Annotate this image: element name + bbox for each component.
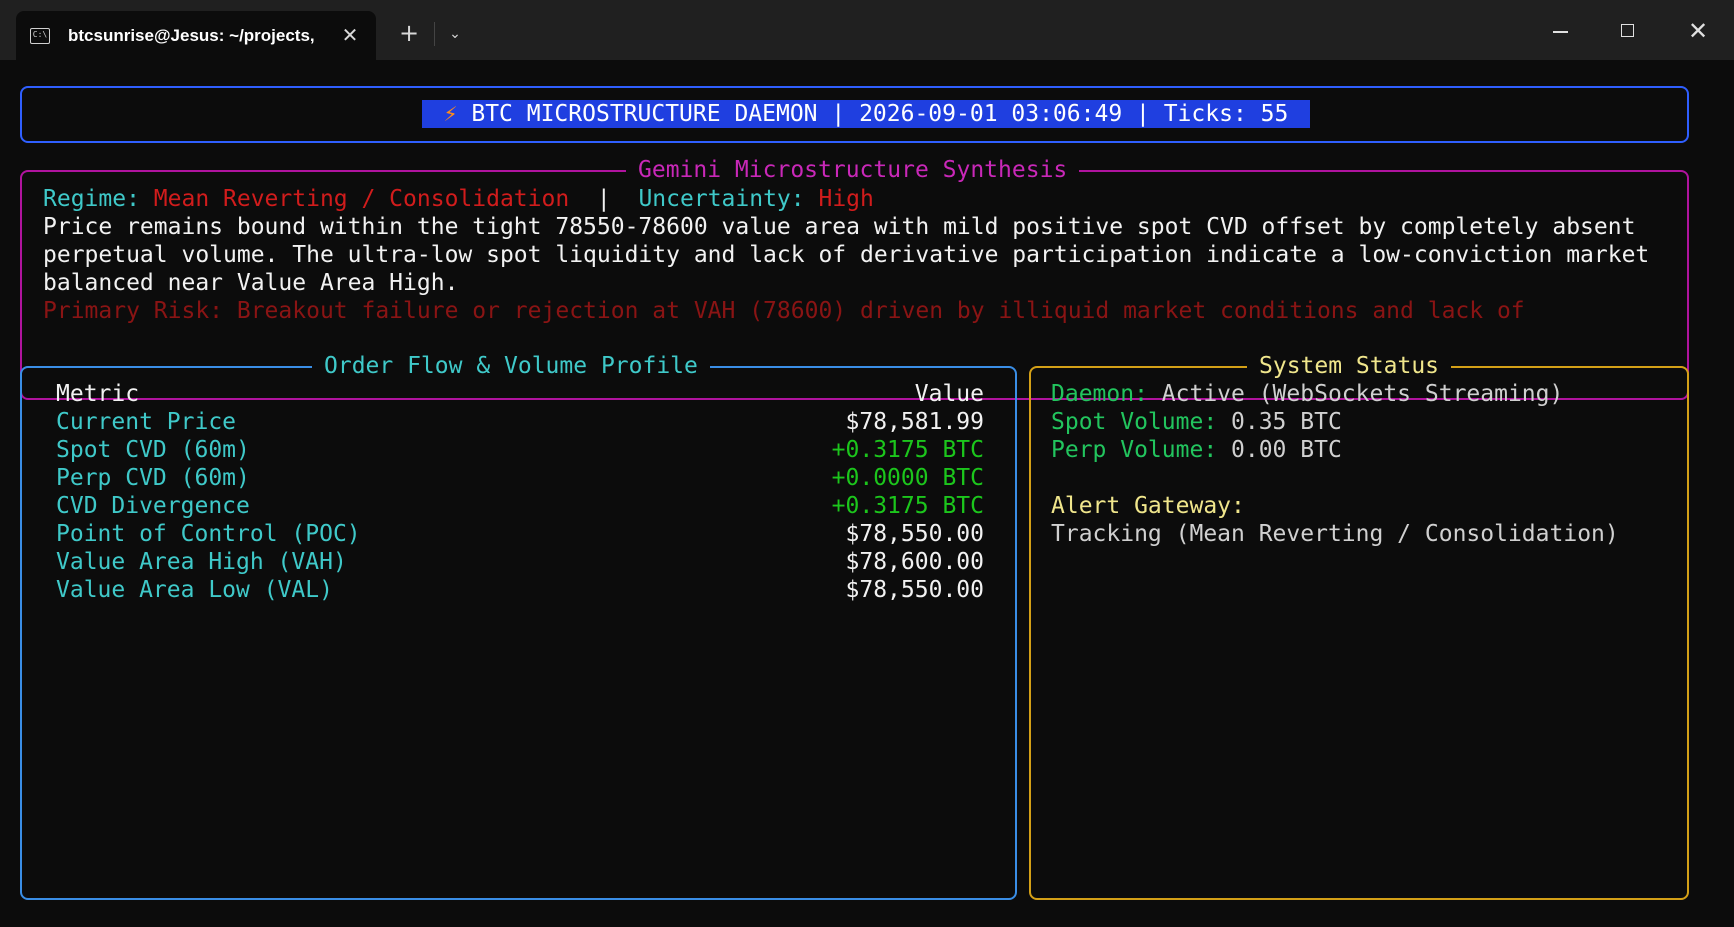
terminal-icon: C:\ bbox=[30, 28, 50, 44]
primary-risk-line: Primary Risk: Breakout failure or reject… bbox=[43, 298, 1525, 324]
daemon-label: Daemon: bbox=[1051, 381, 1162, 407]
metric-value: $78,550.00 bbox=[845, 521, 984, 547]
metric-value: $78,581.99 bbox=[845, 409, 984, 435]
summary-line: balanced near Value Area High. bbox=[43, 270, 459, 296]
order-flow-panel-title: Order Flow & Volume Profile bbox=[312, 352, 710, 380]
metric-value: +0.0000 BTC bbox=[831, 465, 984, 491]
perp-volume-value: 0.00 BTC bbox=[1231, 437, 1342, 463]
metric-name: Value Area High (VAH) bbox=[56, 549, 347, 575]
daemon-header: ⚡ BTC MICROSTRUCTURE DAEMON | 2026-09-01… bbox=[422, 100, 1310, 128]
status-body: Daemon: Active (WebSockets Streaming) Sp… bbox=[1051, 380, 1671, 548]
lightning-bolt-icon: ⚡ bbox=[443, 101, 458, 127]
metric-name: CVD Divergence bbox=[56, 493, 250, 519]
metric-column-header: Metric bbox=[56, 381, 140, 407]
system-status-panel-title: System Status bbox=[1247, 352, 1452, 380]
title-bar: C:\ btcsunrise@Jesus: ~/projects, ✕ + ⌄ … bbox=[0, 0, 1734, 60]
alert-gateway-label: Alert Gateway: bbox=[1051, 493, 1245, 519]
minimize-button[interactable] bbox=[1540, 14, 1580, 48]
tab-title: btcsunrise@Jesus: ~/projects, bbox=[68, 26, 315, 45]
header-panel: ⚡ BTC MICROSTRUCTURE DAEMON | 2026-09-01… bbox=[20, 86, 1689, 143]
terminal-tab[interactable]: C:\ btcsunrise@Jesus: ~/projects, ✕ bbox=[16, 11, 376, 60]
table-row: Value Area High (VAH) $78,600.00 bbox=[56, 548, 984, 576]
new-tab-button[interactable]: + bbox=[396, 20, 422, 46]
spot-volume-value: 0.35 BTC bbox=[1231, 409, 1342, 435]
metric-name: Spot CVD (60m) bbox=[56, 437, 250, 463]
metric-name: Point of Control (POC) bbox=[56, 521, 361, 547]
regime-line: Regime: Mean Reverting / Consolidation |… bbox=[43, 185, 1668, 213]
terminal-window: C:\ btcsunrise@Jesus: ~/projects, ✕ + ⌄ … bbox=[0, 0, 1734, 927]
close-tab-icon[interactable]: ✕ bbox=[338, 23, 362, 47]
metric-name: Current Price bbox=[56, 409, 237, 435]
close-window-button[interactable]: ✕ bbox=[1678, 14, 1718, 48]
metric-value: +0.3175 BTC bbox=[831, 493, 984, 519]
minimize-icon bbox=[1553, 31, 1568, 33]
daemon-status-line: Daemon: Active (WebSockets Streaming) bbox=[1051, 380, 1671, 408]
regime-value: Mean Reverting / Consolidation bbox=[153, 186, 570, 212]
metric-value: $78,600.00 bbox=[845, 549, 984, 575]
metric-value: +0.3175 BTC bbox=[831, 437, 984, 463]
maximize-icon bbox=[1621, 24, 1634, 37]
value-column-header: Value bbox=[914, 381, 984, 407]
metric-value: $78,550.00 bbox=[845, 577, 984, 603]
table-row: CVD Divergence +0.3175 BTC bbox=[56, 492, 984, 520]
daemon-value: Active (WebSockets Streaming) bbox=[1161, 381, 1564, 407]
tab-divider bbox=[434, 22, 435, 46]
table-row: Perp CVD (60m) +0.0000 BTC bbox=[56, 464, 984, 492]
maximize-button[interactable] bbox=[1608, 14, 1648, 48]
alert-gateway-value: Tracking (Mean Reverting / Consolidation… bbox=[1051, 521, 1619, 547]
table-row: Value Area Low (VAL) $78,550.00 bbox=[56, 576, 984, 604]
summary-line: perpetual volume. The ultra-low spot liq… bbox=[43, 242, 1650, 268]
table-row: Point of Control (POC) $78,550.00 bbox=[56, 520, 984, 548]
perp-volume-label: Perp Volume: bbox=[1051, 437, 1232, 463]
regime-label: Regime: bbox=[43, 186, 154, 212]
uncertainty-value: High bbox=[818, 186, 874, 212]
gemini-body: Regime: Mean Reverting / Consolidation |… bbox=[43, 185, 1668, 325]
spot-volume-label: Spot Volume: bbox=[1051, 409, 1232, 435]
metrics-table: Metric Value Current Price $78,581.99 Sp… bbox=[56, 380, 984, 604]
table-row: Spot CVD (60m) +0.3175 BTC bbox=[56, 436, 984, 464]
order-flow-panel: Order Flow & Volume Profile Metric Value… bbox=[20, 352, 1017, 900]
summary-line: Price remains bound within the tight 785… bbox=[43, 214, 1636, 240]
spot-volume-line: Spot Volume: 0.35 BTC bbox=[1051, 408, 1671, 436]
system-status-panel: System Status Daemon: Active (WebSockets… bbox=[1029, 352, 1689, 900]
table-header-row: Metric Value bbox=[56, 380, 984, 408]
header-text: BTC MICROSTRUCTURE DAEMON | 2026-09-01 0… bbox=[457, 101, 1289, 127]
terminal-content[interactable]: ⚡ BTC MICROSTRUCTURE DAEMON | 2026-09-01… bbox=[0, 60, 1734, 927]
table-row: Current Price $78,581.99 bbox=[56, 408, 984, 436]
tab-dropdown-chevron-down-icon[interactable]: ⌄ bbox=[444, 22, 466, 46]
uncertainty-label: Uncertainty: bbox=[638, 186, 819, 212]
metric-name: Value Area Low (VAL) bbox=[56, 577, 333, 603]
metric-name: Perp CVD (60m) bbox=[56, 465, 250, 491]
regime-separator: | bbox=[569, 186, 639, 212]
perp-volume-line: Perp Volume: 0.00 BTC bbox=[1051, 436, 1671, 464]
gemini-panel-title: Gemini Microstructure Synthesis bbox=[626, 156, 1080, 184]
